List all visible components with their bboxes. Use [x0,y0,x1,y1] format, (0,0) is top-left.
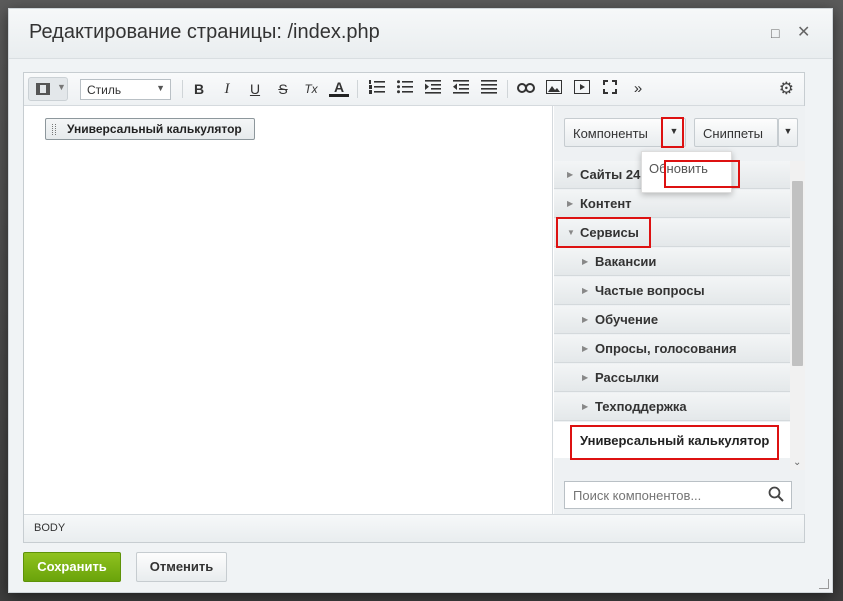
ordered-list-button[interactable] [367,79,387,99]
tree-item-label: Рассылки [595,370,660,385]
triangle-right-icon: ▶ [582,286,589,295]
save-button[interactable]: Сохранить [23,552,121,582]
components-dropdown-button[interactable]: ▼ [662,118,686,147]
tree-item-label: Сервисы [580,225,639,240]
scrollbar-thumb[interactable] [792,181,803,366]
minimize-icon[interactable]: □ [771,25,779,41]
close-icon[interactable]: ✕ [797,25,810,41]
tree-item-services[interactable]: ▼ Сервисы [554,219,790,247]
snippets-dropdown-button[interactable]: ▼ [778,118,798,147]
tree-item-label: Обучение [595,312,659,327]
refresh-menu-item[interactable]: Обновить [649,161,708,176]
tree-item-label: Сайты 24 [580,167,641,182]
tree-item-mailings[interactable]: ▶ Рассылки [554,364,790,392]
align-justify-icon [481,80,497,94]
image-icon [546,80,562,94]
link-icon [517,83,535,93]
tree-item-vacancies[interactable]: ▶ Вакансии [554,248,790,276]
tree-item-label: Вакансии [595,254,657,269]
video-icon [574,80,590,94]
triangle-right-icon: ▶ [582,373,589,382]
dialog-title: Редактирование страницы: /index.php [29,21,380,43]
editor-toolbar: ▼ Стиль ▼ B I U S Tx A » ⚙ [24,73,804,106]
tree-scrollbar[interactable]: ⌄ [790,161,805,470]
more-button[interactable]: » [628,79,648,99]
tree-item-learning[interactable]: ▶ Обучение [554,306,790,334]
link-button[interactable] [516,79,536,99]
clear-format-button[interactable]: Tx [301,79,321,99]
font-color-button[interactable]: A [329,79,349,97]
editor-content-area[interactable]: Универсальный калькулятор [24,106,553,514]
image-button[interactable] [544,79,564,99]
cancel-button[interactable]: Отменить [136,552,227,582]
tree-item-content[interactable]: ▶ Контент [554,190,790,218]
drag-handle-icon[interactable] [52,124,56,135]
tree-item-faq[interactable]: ▶ Частые вопросы [554,277,790,305]
component-chip-label: Универсальный калькулятор [67,122,242,136]
tree-item-label: Техподдержка [595,399,687,414]
triangle-right-icon: ▶ [582,315,589,324]
edit-page-dialog: Редактирование страницы: /index.php □ ✕ … [8,8,833,593]
triangle-right-icon: ▶ [567,199,574,208]
indent-button[interactable] [423,79,443,99]
tree-item-label: Частые вопросы [595,283,705,298]
style-select-value: Стиль [87,83,122,97]
components-tree: ▶ Сайты 24 ▶ Контент ▼ Сервисы ▶ Ваканси… [554,161,790,470]
chevron-down-icon[interactable]: ⌄ [793,457,801,468]
toolbar-divider [507,80,508,98]
triangle-right-icon: ▶ [582,402,589,411]
tree-item-polls[interactable]: ▶ Опросы, голосования [554,335,790,363]
tree-item-label: Опросы, голосования [595,341,737,356]
tree-item-support[interactable]: ▶ Техподдержка [554,393,790,421]
indent-icon [425,80,441,94]
chevron-down-icon: ▼ [669,126,679,136]
resize-handle[interactable] [819,579,829,589]
unordered-list-icon [397,80,413,94]
style-select[interactable]: Стиль ▼ [80,79,171,100]
search-icon[interactable] [768,486,784,502]
fullscreen-icon [603,80,617,94]
triangle-right-icon: ▶ [567,170,574,179]
tree-leaf-universal-calculator[interactable]: Универсальный калькулятор [554,422,790,458]
view-mode-button[interactable]: ▼ [28,77,68,101]
bold-button[interactable]: B [189,79,209,99]
triangle-right-icon: ▶ [582,257,589,266]
video-button[interactable] [572,79,592,99]
toolbar-divider [182,80,183,98]
split-view-icon [36,83,50,95]
components-dropdown-menu: Обновить [641,151,732,193]
outdent-button[interactable] [451,79,471,99]
fullscreen-button[interactable] [600,79,620,99]
component-search-input[interactable] [564,481,792,509]
snippets-tab-button[interactable]: Сниппеты [694,118,778,147]
strikethrough-button[interactable]: S [273,79,293,99]
ordered-list-icon [369,80,385,94]
components-tab-button[interactable]: Компоненты [564,118,662,147]
triangle-down-icon: ▼ [567,228,575,237]
unordered-list-button[interactable] [395,79,415,99]
component-chip[interactable]: Универсальный калькулятор [45,118,255,140]
dialog-titlebar[interactable]: Редактирование страницы: /index.php □ ✕ [9,9,832,59]
tree-item-label: Контент [580,196,632,211]
html-editor: ▼ Стиль ▼ B I U S Tx A » ⚙ Универсальный… [23,72,805,543]
chevron-down-icon: ▼ [57,82,66,92]
toolbar-divider [357,80,358,98]
outdent-icon [453,80,469,94]
italic-button[interactable]: I [217,79,237,99]
chevron-down-icon: ▼ [783,126,793,136]
triangle-right-icon: ▶ [582,344,589,353]
settings-gear-icon[interactable]: ⚙ [779,79,794,99]
editor-statusbar: BODY [24,514,804,542]
element-path[interactable]: BODY [34,522,65,534]
underline-button[interactable]: U [245,79,265,99]
chevron-down-icon: ▼ [156,83,165,93]
align-button[interactable] [479,79,499,99]
